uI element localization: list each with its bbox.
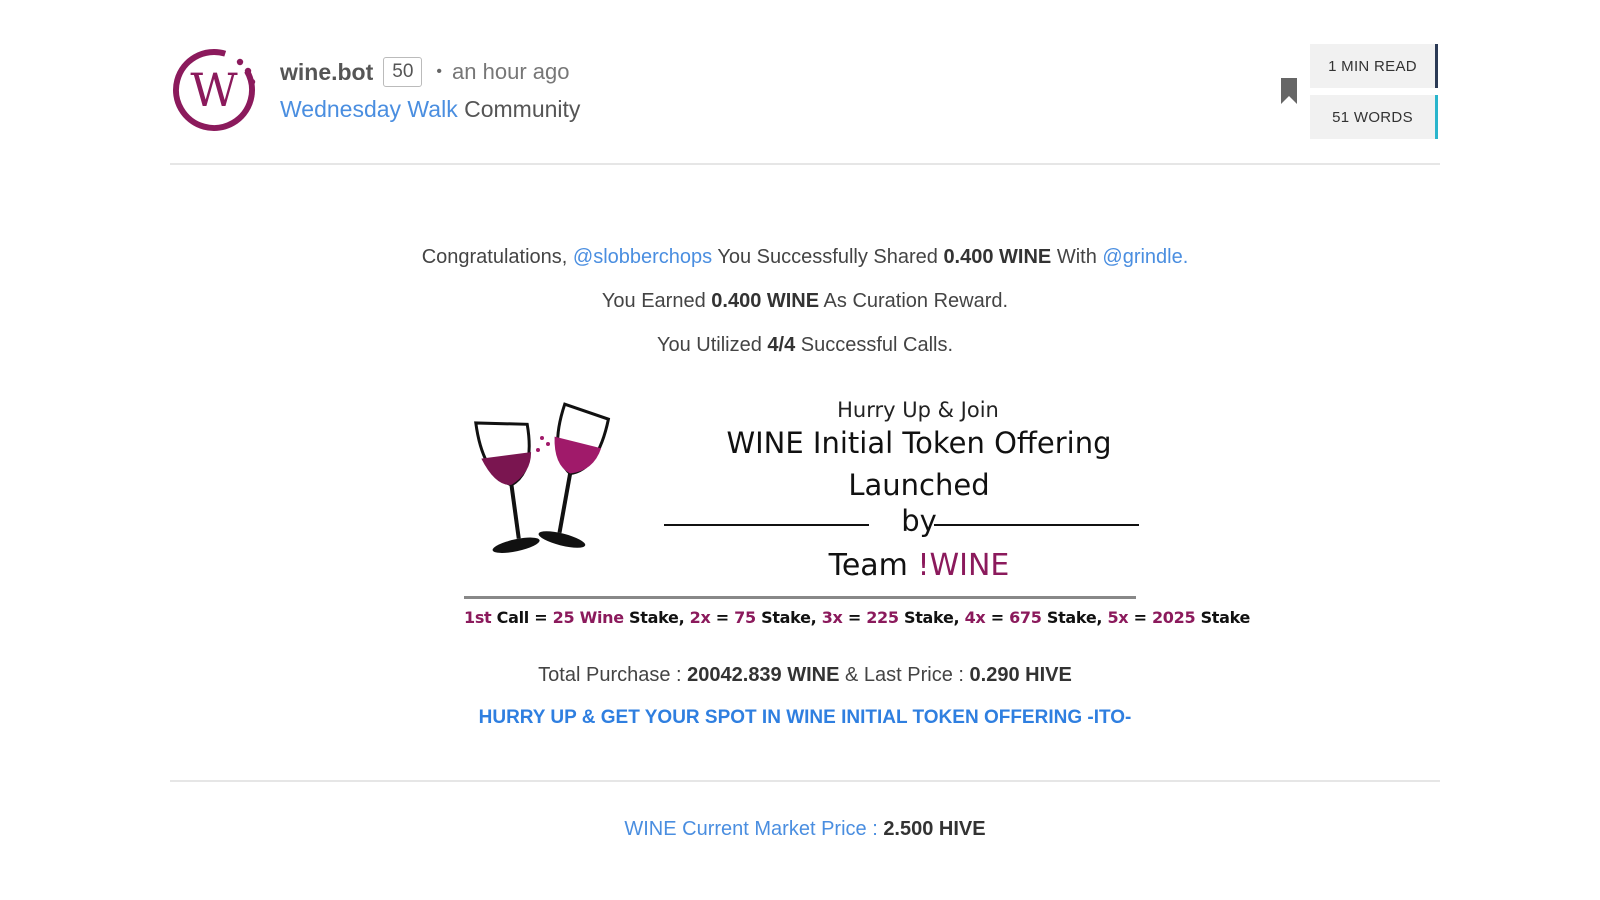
stake-segment: = (985, 608, 1010, 627)
post-header: W wine.bot 50 • an hour ago Wednesday Wa… (170, 44, 1440, 144)
congrats-with: With (1051, 246, 1103, 268)
author-row: wine.bot 50 • an hour ago (280, 56, 569, 88)
wine-glasses-icon (474, 402, 611, 553)
stake-segment: 25 (552, 608, 575, 627)
avatar[interactable]: W (170, 44, 262, 136)
banner-team-prefix: Team (828, 548, 918, 583)
stake-segment: 3x (821, 608, 843, 627)
banner-by: by (901, 504, 937, 538)
word-count-badge: 51 WORDS (1310, 95, 1438, 139)
banner-stake-line: 1st Call = 25 Wine Stake, 2x = 75 Stake,… (464, 608, 1250, 627)
stake-segment: Call = (491, 608, 553, 627)
purchase-mid: & Last Price : (839, 664, 970, 686)
divider-top (170, 163, 1440, 165)
stake-segment: = (1128, 608, 1152, 627)
calls-suffix: Successful Calls. (795, 334, 954, 356)
ito-banner-image: Hurry Up & Join WINE Initial Token Offer… (464, 398, 1250, 638)
earned-amount: 0.400 WINE (711, 290, 820, 312)
stake-segment: Stake (1195, 608, 1251, 627)
market-price-value: 2.500 HIVE (883, 818, 986, 840)
earned-suffix: As Curation Reward. (819, 290, 1009, 312)
stake-segment: Stake, (898, 608, 965, 627)
last-price: 0.290 HIVE (969, 664, 1072, 686)
calls-line: You Utilized 4/4 Successful Calls. (170, 334, 1440, 357)
read-time-badge: 1 MIN READ (1310, 44, 1438, 88)
ito-cta-link[interactable]: HURRY UP & GET YOUR SPOT IN WINE INITIAL… (170, 707, 1440, 729)
stake-segment: 5x (1107, 608, 1129, 627)
shared-amount: 0.400 WINE (943, 246, 1052, 268)
community-row: Wednesday Walk Community (280, 96, 580, 123)
calls-prefix: You Utilized (656, 334, 768, 356)
stake-segment: Stake, (755, 608, 822, 627)
stake-segment: Wine (579, 608, 624, 627)
stake-segment: 1st (464, 608, 492, 627)
banner-team: Team !WINE (694, 548, 1144, 583)
stake-segment: Stake, (1041, 608, 1108, 627)
purchase-prefix: Total Purchase : (538, 664, 688, 686)
mention-user[interactable]: @slobberchops (573, 246, 712, 268)
congrats-line: Congratulations, @slobberchops You Succe… (170, 246, 1440, 269)
reputation-badge: 50 (383, 57, 423, 87)
banner-divider-left (664, 524, 869, 526)
stake-segment: 675 (1009, 608, 1042, 627)
market-price-line: WINE Current Market Price : 2.500 HIVE (170, 818, 1440, 841)
post-time[interactable]: an hour ago (452, 59, 569, 85)
banner-hurry: Hurry Up & Join (837, 398, 999, 422)
stake-segment: 4x (964, 608, 986, 627)
divider-bottom (170, 780, 1440, 782)
congrats-prefix: Congratulations, (421, 246, 573, 268)
community-label: Community (464, 96, 581, 122)
banner-team-name: !WINE (917, 548, 1010, 583)
separator-dot: • (436, 63, 443, 80)
purchase-amount: 20042.839 WINE (687, 664, 840, 686)
stake-segment: = (842, 608, 867, 627)
banner-divider-right (934, 524, 1139, 526)
stake-segment: 75 (734, 608, 756, 627)
banner-headline: WINE Initial Token Offering (726, 426, 1112, 460)
banner-launched: Launched (848, 468, 990, 502)
banner-rule (464, 596, 1136, 599)
earned-line: You Earned 0.400 WINE As Curation Reward… (170, 290, 1440, 313)
stake-segment: Stake, (623, 608, 690, 627)
bookmark-icon[interactable] (1280, 78, 1298, 104)
author-name[interactable]: wine.bot (280, 59, 373, 86)
community-link[interactable]: Wednesday Walk (280, 96, 458, 122)
stake-segment: 2025 (1151, 608, 1196, 627)
purchase-line: Total Purchase : 20042.839 WINE & Last P… (170, 664, 1440, 687)
svg-text:W: W (190, 63, 238, 117)
calls-count: 4/4 (767, 334, 796, 356)
mention-recipient[interactable]: @grindle (1102, 246, 1182, 268)
market-price-link[interactable]: WINE Current Market Price (624, 818, 866, 840)
stake-segment: 225 (866, 608, 899, 627)
market-sep: : (866, 818, 884, 840)
earned-prefix: You Earned (601, 290, 712, 312)
congrats-end: . (1182, 246, 1189, 268)
stake-segment: = (710, 608, 735, 627)
stake-segment: 2x (689, 608, 711, 627)
congrats-mid: You Successfully Shared (712, 246, 944, 268)
